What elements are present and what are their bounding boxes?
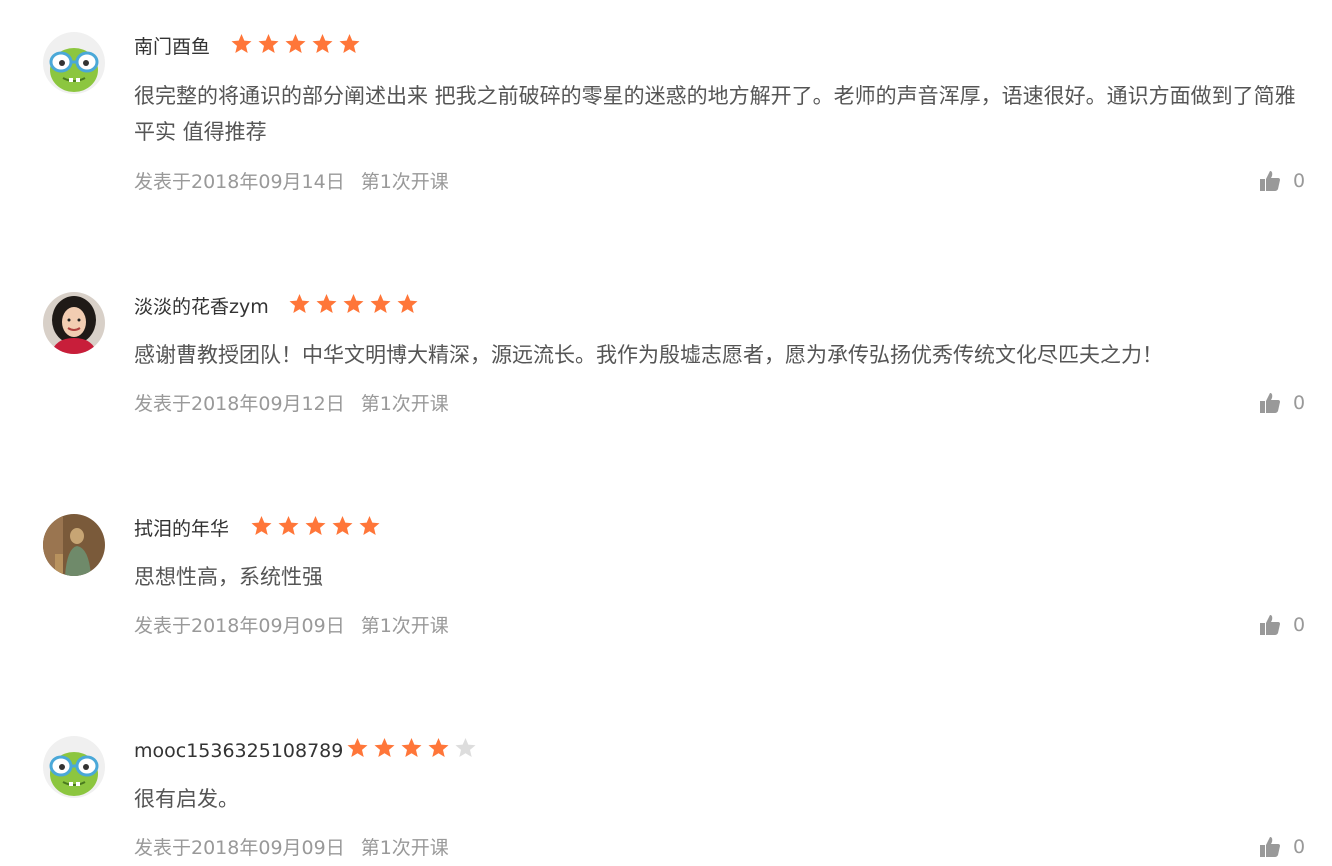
star-filled-icon: [231, 34, 252, 53]
star-filled-icon: [343, 294, 364, 313]
comment-meta: 发表于2018年09月09日 第1次开课: [134, 837, 449, 859]
thumbs-up-icon: [1260, 615, 1280, 635]
thumbs-up-icon: [1260, 837, 1280, 857]
green-monster-avatar-icon: [43, 32, 105, 94]
avatar[interactable]: [43, 32, 105, 94]
course-term: 第1次开课: [360, 615, 449, 637]
avatar[interactable]: [43, 292, 105, 354]
user-name[interactable]: 拭泪的年华: [134, 518, 229, 540]
comment-meta: 发表于2018年09月14日 第1次开课: [134, 171, 449, 193]
star-filled-icon: [347, 738, 368, 757]
star-filled-icon: [251, 516, 272, 535]
star-filled-icon: [428, 738, 449, 757]
rating-stars: [346, 737, 477, 759]
comment-meta: 发表于2018年09月12日 第1次开课: [134, 393, 449, 415]
thumbs-up-icon: [1260, 393, 1280, 413]
star-filled-icon: [374, 738, 395, 757]
star-filled-icon: [401, 738, 422, 757]
post-date: 发表于2018年09月09日: [134, 837, 345, 859]
star-filled-icon: [312, 34, 333, 53]
like-count: 0: [1293, 614, 1306, 636]
avatar[interactable]: [43, 514, 105, 576]
post-date: 发表于2018年09月12日: [134, 393, 345, 415]
star-filled-icon: [305, 516, 326, 535]
course-term: 第1次开课: [360, 393, 449, 415]
post-date: 发表于2018年09月14日: [134, 171, 345, 193]
user-name[interactable]: 南门酉鱼: [134, 36, 210, 58]
comment-content: 思想性高，系统性强: [134, 565, 323, 589]
like-count: 0: [1293, 836, 1306, 858]
star-filled-icon: [258, 34, 279, 53]
rating-stars: [288, 293, 419, 315]
user-name[interactable]: mooc1536325108789: [134, 740, 343, 762]
thumbs-up-icon: [1260, 171, 1280, 191]
comment-content: 很完整的将通识的部分阐述出来 把我之前破碎的零星的迷惑的地方解开了。老师的声音浑…: [134, 84, 1296, 144]
statue-photo-avatar-icon: [43, 514, 105, 576]
star-filled-icon: [289, 294, 310, 313]
star-empty-icon: [455, 738, 476, 757]
star-filled-icon: [316, 294, 337, 313]
like-count: 0: [1293, 392, 1306, 414]
star-filled-icon: [332, 516, 353, 535]
course-term: 第1次开课: [360, 837, 449, 859]
star-filled-icon: [285, 34, 306, 53]
star-filled-icon: [278, 516, 299, 535]
comment-content: 感谢曹教授团队！中华文明博大精深，源远流长。我作为殷墟志愿者，愿为承传弘扬优秀传…: [134, 343, 1163, 367]
avatar[interactable]: [43, 736, 105, 798]
user-name[interactable]: 淡淡的花香zym: [134, 296, 269, 318]
star-filled-icon: [397, 294, 418, 313]
star-filled-icon: [359, 516, 380, 535]
like-count: 0: [1293, 170, 1306, 192]
rating-stars: [230, 33, 361, 55]
comment-meta: 发表于2018年09月09日 第1次开课: [134, 615, 449, 637]
course-term: 第1次开课: [360, 171, 449, 193]
like-button[interactable]: 0: [1259, 836, 1305, 858]
star-filled-icon: [339, 34, 360, 53]
post-date: 发表于2018年09月09日: [134, 615, 345, 637]
star-filled-icon: [370, 294, 391, 313]
green-monster-avatar-icon: [43, 736, 105, 798]
like-button[interactable]: 0: [1259, 170, 1305, 192]
rating-stars: [250, 515, 381, 537]
comment-content: 很有启发。: [134, 787, 239, 811]
woman-photo-avatar-icon: [43, 292, 105, 354]
like-button[interactable]: 0: [1259, 614, 1305, 636]
like-button[interactable]: 0: [1259, 392, 1305, 414]
